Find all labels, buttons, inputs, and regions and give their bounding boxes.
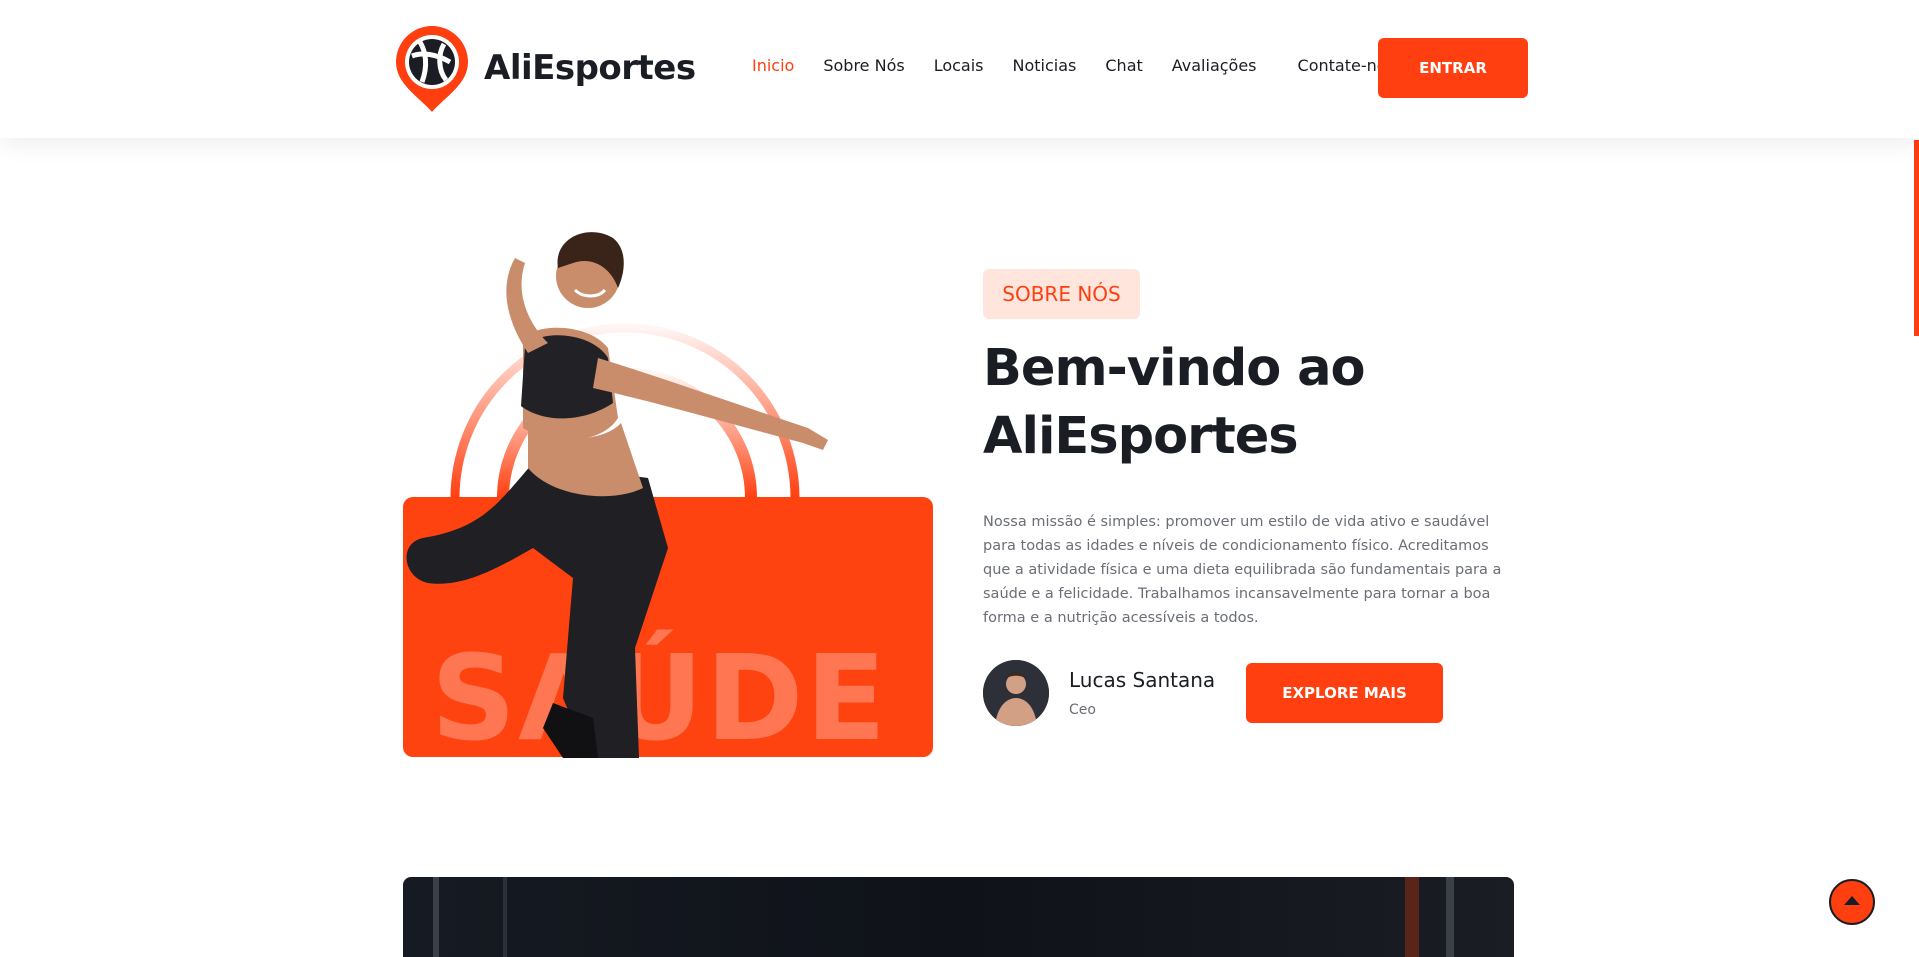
hero-description: Nossa missão é simples: promover um esti… [983, 514, 1502, 626]
athlete-illustration [406, 232, 828, 758]
nav-item-sobre-nos[interactable]: Sobre Nós [823, 56, 904, 75]
avatar [983, 660, 1049, 726]
section-tag: SOBRE NÓS [983, 269, 1140, 319]
nav-item-noticias[interactable]: Noticias [1013, 56, 1077, 75]
brand-name: AliEsportes [484, 48, 696, 88]
author-name: Lucas Santana [1069, 668, 1216, 692]
hero-image: SAÚDE [403, 228, 933, 758]
hero-title: Bem-vindo ao AliEsportes [983, 335, 1483, 471]
banner-decoration [1405, 877, 1419, 957]
nav-item-chat[interactable]: Chat [1105, 56, 1142, 75]
banner-decoration [503, 877, 507, 957]
author-info: Lucas Santana Ceo [1069, 668, 1215, 718]
scroll-indicator[interactable] [1914, 140, 1919, 336]
login-button[interactable]: ENTRAR [1378, 38, 1528, 98]
hero-title-line-1: Bem-vindo ao [983, 339, 1366, 398]
author-role: Ceo [1069, 702, 1096, 718]
site-header: AliEsportes Inicio Sobre Nós Locais Noti… [0, 0, 1919, 138]
banner-decoration [1446, 877, 1454, 957]
logo[interactable]: AliEsportes [392, 22, 696, 114]
arrow-up-icon [1844, 896, 1860, 905]
dark-banner-section [403, 877, 1514, 957]
nav-item-inicio[interactable]: Inicio [752, 56, 794, 75]
banner-decoration [433, 877, 439, 957]
main-nav: Inicio Sobre Nós Locais Noticias Chat Av… [752, 56, 1395, 75]
volleyball-pin-icon [396, 26, 468, 112]
explore-more-button[interactable]: EXPLORE MAIS [1246, 663, 1443, 723]
back-to-top-button[interactable] [1829, 879, 1875, 925]
nav-item-locais[interactable]: Locais [934, 56, 984, 75]
author-card: Lucas Santana Ceo [983, 660, 1215, 726]
nav-item-avaliacoes[interactable]: Avaliações [1172, 56, 1257, 75]
hero-title-line-2: AliEsportes [983, 407, 1299, 466]
